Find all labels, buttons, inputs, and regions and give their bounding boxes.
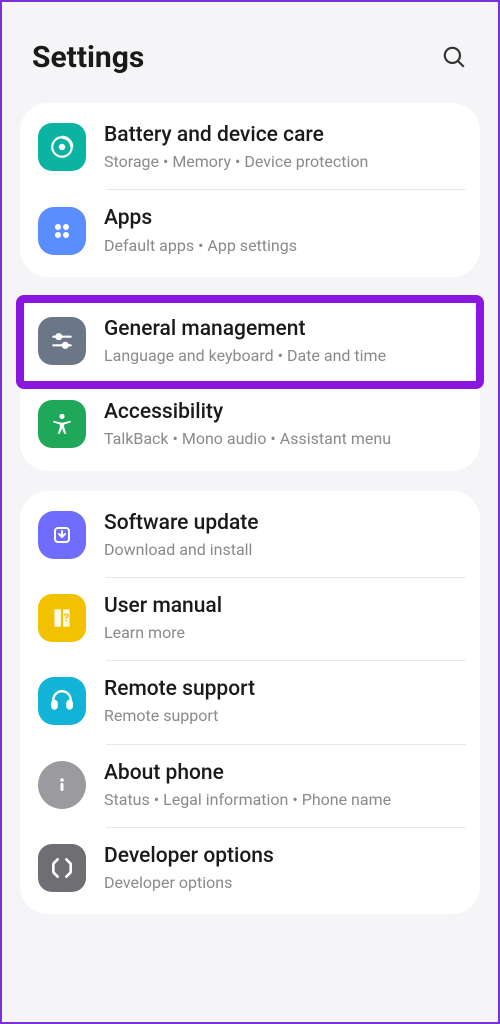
settings-item-subtitle: Language and keyboard • Date and time [104, 346, 462, 365]
page-title: Settings [32, 40, 144, 75]
settings-screen: Settings Battery and device care Storage… [2, 2, 498, 914]
search-button[interactable] [440, 44, 468, 72]
settings-group: General management Language and keyboard… [20, 297, 480, 471]
settings-item-text: Developer options Developer options [104, 844, 462, 892]
user-manual-icon: ? [38, 594, 86, 642]
settings-item-developer-options[interactable]: Developer options Developer options [20, 828, 480, 910]
settings-item-subtitle: TalkBack • Mono audio • Assistant menu [104, 429, 462, 448]
settings-item-title: Apps [104, 206, 462, 231]
settings-item-text: User manual Learn more [104, 594, 462, 642]
settings-item-about-phone[interactable]: About phone Status • Legal information •… [20, 745, 480, 827]
settings-item-subtitle: Default apps • App settings [104, 236, 462, 255]
settings-item-subtitle: Remote support [104, 706, 462, 725]
settings-item-accessibility[interactable]: Accessibility TalkBack • Mono audio • As… [20, 384, 480, 466]
settings-item-text: General management Language and keyboard… [104, 317, 462, 365]
settings-group: Battery and device care Storage • Memory… [20, 103, 480, 277]
about-phone-icon [38, 761, 86, 809]
settings-item-text: About phone Status • Legal information •… [104, 761, 462, 809]
settings-item-subtitle: Learn more [104, 623, 462, 642]
settings-item-battery-device-care[interactable]: Battery and device care Storage • Memory… [20, 107, 480, 189]
settings-item-title: Developer options [104, 844, 462, 869]
software-update-icon [38, 511, 86, 559]
settings-group: Software update Download and install ? U… [20, 491, 480, 915]
settings-item-title: About phone [104, 761, 462, 786]
settings-item-subtitle: Storage • Memory • Device protection [104, 152, 462, 171]
settings-item-title: General management [104, 317, 462, 342]
settings-item-subtitle: Download and install [104, 540, 462, 559]
settings-item-user-manual[interactable]: ? User manual Learn more [20, 578, 480, 660]
settings-item-title: Battery and device care [104, 123, 462, 148]
remote-support-icon [38, 677, 86, 725]
settings-item-title: Software update [104, 511, 462, 536]
battery-care-icon [38, 123, 86, 171]
settings-item-title: Accessibility [104, 400, 462, 425]
settings-item-text: Accessibility TalkBack • Mono audio • As… [104, 400, 462, 448]
apps-icon [38, 207, 86, 255]
settings-item-title: Remote support [104, 677, 462, 702]
header: Settings [14, 20, 486, 103]
accessibility-icon [38, 400, 86, 448]
settings-item-subtitle: Status • Legal information • Phone name [104, 790, 462, 809]
settings-item-software-update[interactable]: Software update Download and install [20, 495, 480, 577]
settings-item-text: Remote support Remote support [104, 677, 462, 725]
settings-item-remote-support[interactable]: Remote support Remote support [20, 661, 480, 743]
settings-item-title: User manual [104, 594, 462, 619]
highlight-wrap: General management Language and keyboard… [20, 301, 480, 383]
settings-item-text: Battery and device care Storage • Memory… [104, 123, 462, 171]
developer-options-icon [38, 844, 86, 892]
settings-item-text: Apps Default apps • App settings [104, 206, 462, 254]
settings-item-general-management[interactable]: General management Language and keyboard… [20, 301, 480, 383]
svg-text:?: ? [64, 611, 69, 624]
search-icon [441, 44, 467, 70]
settings-item-subtitle: Developer options [104, 873, 462, 892]
settings-item-text: Software update Download and install [104, 511, 462, 559]
general-management-icon [38, 317, 86, 365]
settings-item-apps[interactable]: Apps Default apps • App settings [20, 190, 480, 272]
